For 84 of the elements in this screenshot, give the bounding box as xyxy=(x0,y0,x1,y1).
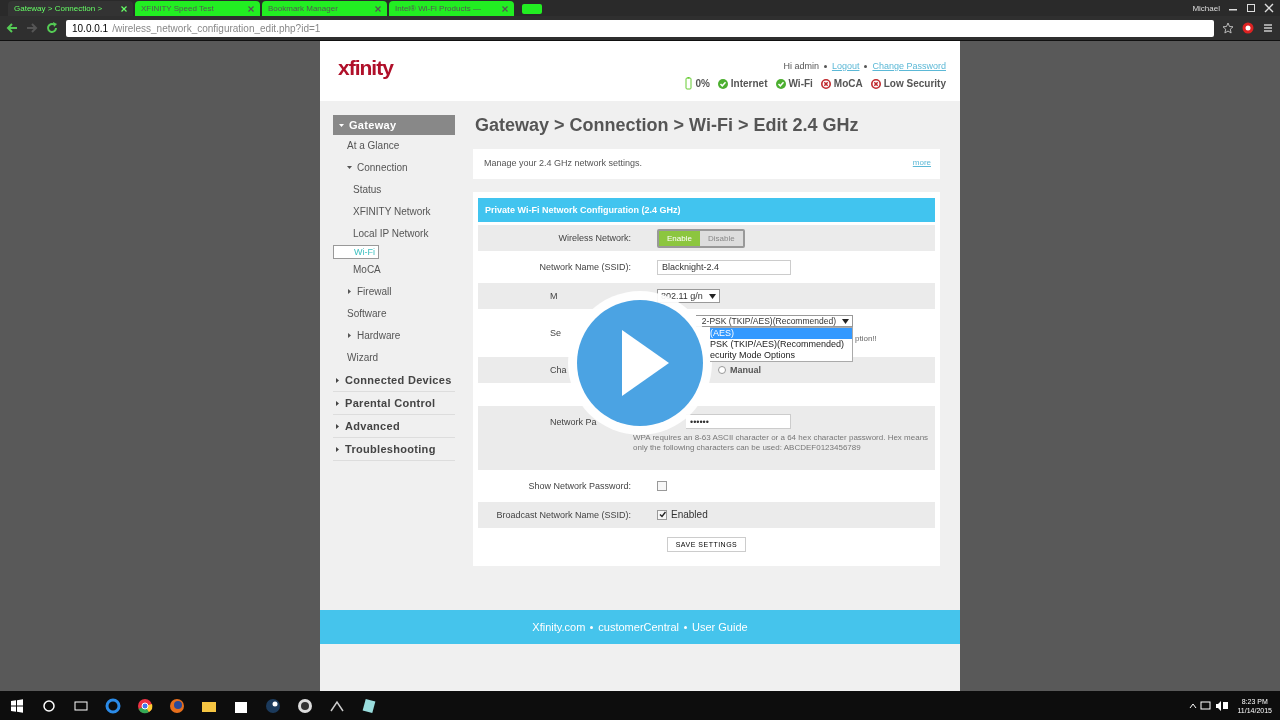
sidebar-item[interactable]: XFINITY Network xyxy=(353,206,431,217)
tab-close-icon[interactable] xyxy=(502,5,508,12)
radio-button[interactable] xyxy=(718,366,726,374)
dropdown-option[interactable]: PSK (TKIP/AES)(Recommended) xyxy=(710,339,852,350)
steam-icon[interactable] xyxy=(264,697,282,715)
status-label: Low Security xyxy=(883,78,946,89)
browser-tab[interactable]: Bookmark Manager xyxy=(262,1,387,16)
back-icon[interactable] xyxy=(6,22,18,34)
checkbox-label: Enabled xyxy=(671,509,708,521)
page-title: Gateway > Connection > Wi-Fi > Edit 2.4 GHz xyxy=(475,115,860,136)
sidebar-item[interactable]: At a Glance xyxy=(347,140,400,151)
field-label: Network Name (SSID): xyxy=(539,262,631,272)
sidebar-item[interactable]: Connection xyxy=(357,162,408,173)
dropdown-option[interactable]: ecurity Mode Options xyxy=(710,350,852,361)
sidebar-item[interactable]: MoCA xyxy=(353,264,381,275)
checkbox[interactable] xyxy=(657,480,667,491)
sidebar-item[interactable]: Software xyxy=(347,308,387,319)
app-icon[interactable] xyxy=(296,697,314,715)
field-label: Show Network Password: xyxy=(528,480,631,491)
tray-icons[interactable] xyxy=(1189,700,1230,712)
browser-tab[interactable]: Intel® Wi-Fi Products — xyxy=(389,1,514,16)
caret-icon xyxy=(842,318,849,324)
status-label: MoCA xyxy=(833,78,863,89)
caret-icon[interactable] xyxy=(335,446,340,452)
tab-close-icon[interactable] xyxy=(248,5,254,12)
chrome-icon[interactable] xyxy=(136,697,154,715)
status-label: Internet xyxy=(730,78,768,89)
xfinity-logo[interactable]: xfinity xyxy=(338,56,393,80)
caret-icon[interactable] xyxy=(335,377,340,383)
check-icon xyxy=(775,78,786,89)
sidebar-item[interactable]: Hardware xyxy=(357,330,401,341)
field-label: M xyxy=(550,291,558,301)
edge-icon[interactable] xyxy=(104,697,122,715)
sidebar-item[interactable]: Troubleshooting xyxy=(345,443,436,455)
menu-icon[interactable] xyxy=(1262,22,1274,34)
profile-name[interactable]: Michael xyxy=(1192,3,1226,13)
field-label: Cha xyxy=(550,365,567,375)
security-note: ption!! xyxy=(855,334,877,343)
separator-dot xyxy=(684,625,687,629)
firefox-icon[interactable] xyxy=(168,697,186,715)
security-select[interactable]: 2-PSK (TKIP/AES)(Recommended) xyxy=(696,315,853,327)
password-field[interactable]: •••••• xyxy=(686,414,791,429)
sidebar-item[interactable]: Local IP Network xyxy=(353,228,429,239)
check-icon xyxy=(717,78,728,89)
field-label: Broadcast Network Name (SSID): xyxy=(496,509,631,520)
radio-label: Manual xyxy=(730,365,761,375)
caret-icon[interactable] xyxy=(335,400,340,406)
password-hint: WPA requires an 8-63 ASCII character or a 64 hex character password. Hex means only the following characters can be used: ABCDEF0123456789 xyxy=(633,433,930,454)
caret-icon[interactable] xyxy=(347,333,352,338)
checkbox[interactable] xyxy=(657,509,667,520)
separator-dot xyxy=(864,64,868,68)
status-label: Wi-Fi xyxy=(788,78,813,89)
sidebar-item[interactable]: Status xyxy=(353,184,382,195)
error-icon xyxy=(820,78,831,89)
tab-close-icon[interactable] xyxy=(375,5,381,12)
start-icon[interactable] xyxy=(8,697,26,715)
extension-icon[interactable] xyxy=(1242,22,1254,34)
greeting: Hi admin xyxy=(783,61,819,71)
field-label: Se xyxy=(550,328,561,338)
sidebar-item[interactable]: Firewall xyxy=(357,286,392,297)
ssid-field[interactable]: Blacknight-2.4 xyxy=(657,259,791,275)
error-icon xyxy=(870,78,881,89)
field-label: Network Pa xyxy=(550,417,597,427)
caret-icon xyxy=(708,293,716,299)
caret-icon[interactable] xyxy=(347,165,352,170)
separator-dot xyxy=(823,64,827,68)
sidebar-item[interactable]: Advanced xyxy=(345,420,400,432)
browser-tab[interactable]: XFINITY Speed Test xyxy=(135,1,260,16)
star-icon[interactable] xyxy=(1222,22,1234,34)
panel-title: Private Wi-Fi Network Configuration (2.4 GHz) xyxy=(478,198,935,222)
search-icon[interactable] xyxy=(40,697,58,715)
separator-dot xyxy=(590,625,594,629)
battery-icon xyxy=(685,77,693,90)
caret-icon[interactable] xyxy=(347,289,352,294)
caret-icon[interactable] xyxy=(335,423,340,429)
intro-text: Manage your 2.4 GHz network settings. xyxy=(484,158,643,168)
sidebar-item[interactable]: Parental Control xyxy=(345,397,436,409)
reload-icon[interactable] xyxy=(46,22,58,34)
status-label: 0% xyxy=(695,78,710,89)
browser-tab[interactable]: Gateway > Connection > xyxy=(8,1,133,16)
address-bar[interactable]: 10.0.0.1 /wireless_network_configuration_edit.php?id=1 xyxy=(66,19,1214,37)
sidebar-item[interactable]: Connected Devices xyxy=(345,374,452,386)
sidebar-item[interactable]: Wizard xyxy=(347,352,379,363)
field-label: Wireless Network: xyxy=(558,233,631,243)
